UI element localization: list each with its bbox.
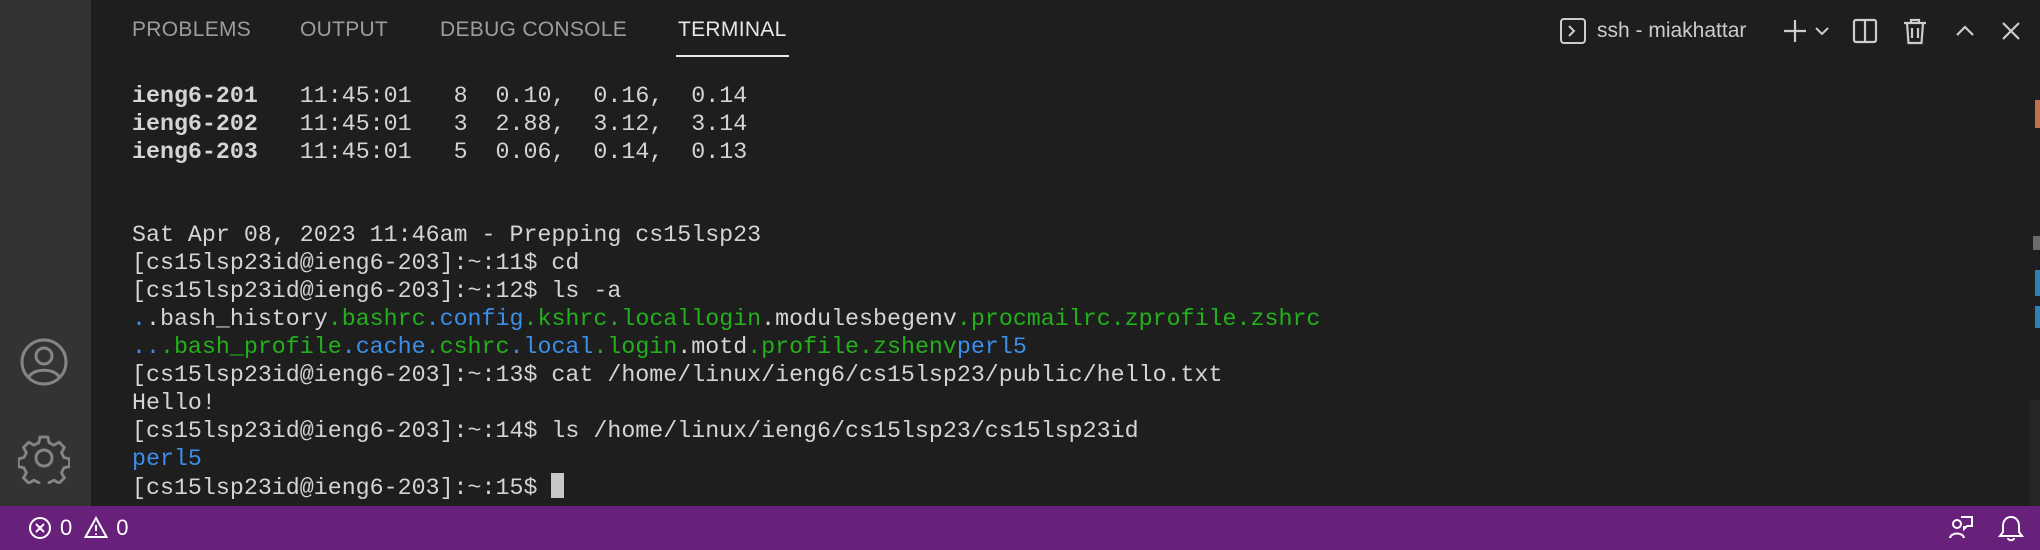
- feedback-icon[interactable]: [1946, 506, 1976, 550]
- output-line: perl5: [132, 446, 202, 472]
- tab-output[interactable]: OUTPUT: [300, 18, 388, 42]
- ls-entry: .config: [425, 306, 524, 332]
- output-line: Hello!: [132, 390, 216, 416]
- banner-line: Sat Apr 08, 2023 11:46am - Prepping cs15…: [132, 222, 762, 248]
- command-line: [cs15lsp23id@ieng6-203]:~:14$ ls /home/l…: [132, 418, 1139, 444]
- error-icon: [28, 516, 52, 540]
- ls-entry: ..: [132, 334, 160, 360]
- overview-marker: [2035, 306, 2040, 328]
- bell-icon[interactable]: [1996, 506, 2026, 550]
- plus-icon[interactable]: [1780, 12, 1810, 50]
- prompt-line: [cs15lsp23id@ieng6-203]:~:15$: [132, 473, 2000, 501]
- overview-marker: [2035, 100, 2040, 128]
- tab-terminal[interactable]: TERMINAL: [676, 18, 789, 57]
- ls-entry: .local: [509, 334, 594, 360]
- split-icon[interactable]: [1850, 12, 1880, 50]
- ls-entry: .zshrc: [1236, 306, 1321, 332]
- warning-icon: [84, 516, 109, 540]
- ls-row: ...bash_profile.cache.cshrc.local.login.…: [132, 333, 2000, 361]
- error-count: 0: [60, 515, 73, 540]
- terminal-icon: [1559, 17, 1587, 45]
- ls-entry: .procmailrc: [956, 306, 1111, 332]
- terminal-name: ssh - miakhattar: [1597, 19, 1747, 42]
- ls-entry: .cshrc: [425, 334, 510, 360]
- trash-icon[interactable]: [1900, 12, 1930, 50]
- tab-problems[interactable]: PROBLEMS: [132, 18, 251, 42]
- ls-entry: .bashrc: [327, 306, 426, 332]
- load-row: ieng6-203 11:45:01 5 0.06, 0.14, 0.13: [132, 139, 748, 165]
- load-row: ieng6-202 11:45:01 3 2.88, 3.12, 3.14: [132, 111, 748, 137]
- ls-entry: .bash_history: [145, 306, 328, 332]
- ls-entry: .kshrc: [523, 306, 608, 332]
- close-icon[interactable]: [1996, 12, 2026, 50]
- ls-entry: .cache: [341, 334, 426, 360]
- scrollbar-thumb[interactable]: [2030, 400, 2040, 506]
- ls-entry: .zprofile: [1110, 306, 1237, 332]
- gear-icon[interactable]: [18, 432, 70, 484]
- command-line: [cs15lsp23id@ieng6-203]:~:12$ ls -a: [132, 278, 622, 304]
- ls-entry: .login: [593, 334, 678, 360]
- ls-entry: perl5: [956, 334, 1027, 360]
- tab-debug-console[interactable]: DEBUG CONSOLE: [440, 18, 627, 42]
- status-bar: 0 0: [0, 506, 2040, 550]
- ls-row: ..bash_history.bashrc.config.kshrc.local…: [132, 305, 2000, 333]
- load-row: ieng6-201 11:45:01 8 0.10, 0.16, 0.14: [132, 83, 748, 109]
- command-line: [cs15lsp23id@ieng6-203]:~:11$ cd: [132, 250, 580, 276]
- ls-entry: .motd: [677, 334, 748, 360]
- ls-entry: .profile: [747, 334, 860, 360]
- chevron-up-icon[interactable]: [1950, 12, 1980, 50]
- warning-count: 0: [116, 515, 129, 540]
- overview-marker: [2035, 270, 2040, 296]
- ls-entry: .bash_profile: [159, 334, 342, 360]
- ls-entry: .zshenv: [859, 334, 957, 360]
- ls-entry: .: [132, 306, 146, 332]
- scrollbar[interactable]: [2026, 60, 2040, 506]
- ls-entry: .locallogin: [607, 306, 762, 332]
- chevron-down-icon[interactable]: [1812, 12, 1832, 50]
- problems-indicator[interactable]: 0 0: [28, 506, 129, 550]
- command-line: [cs15lsp23id@ieng6-203]:~:13$ cat /home/…: [132, 362, 1223, 388]
- terminal-selector[interactable]: ssh - miakhattar: [1559, 12, 1777, 50]
- overview-marker: [2033, 236, 2040, 250]
- account-icon[interactable]: [18, 336, 70, 388]
- activity-bar: [0, 0, 91, 506]
- prompt-text: [cs15lsp23id@ieng6-203]:~:15$: [132, 475, 552, 501]
- ls-entry: .modulesbegenv: [761, 306, 957, 332]
- text-cursor: [551, 473, 565, 498]
- terminal-panel: PROBLEMS OUTPUT DEBUG CONSOLE TERMINAL s…: [91, 0, 2040, 506]
- terminal-output[interactable]: ieng6-201 11:45:01 8 0.10, 0.16, 0.14 ie…: [132, 82, 2000, 501]
